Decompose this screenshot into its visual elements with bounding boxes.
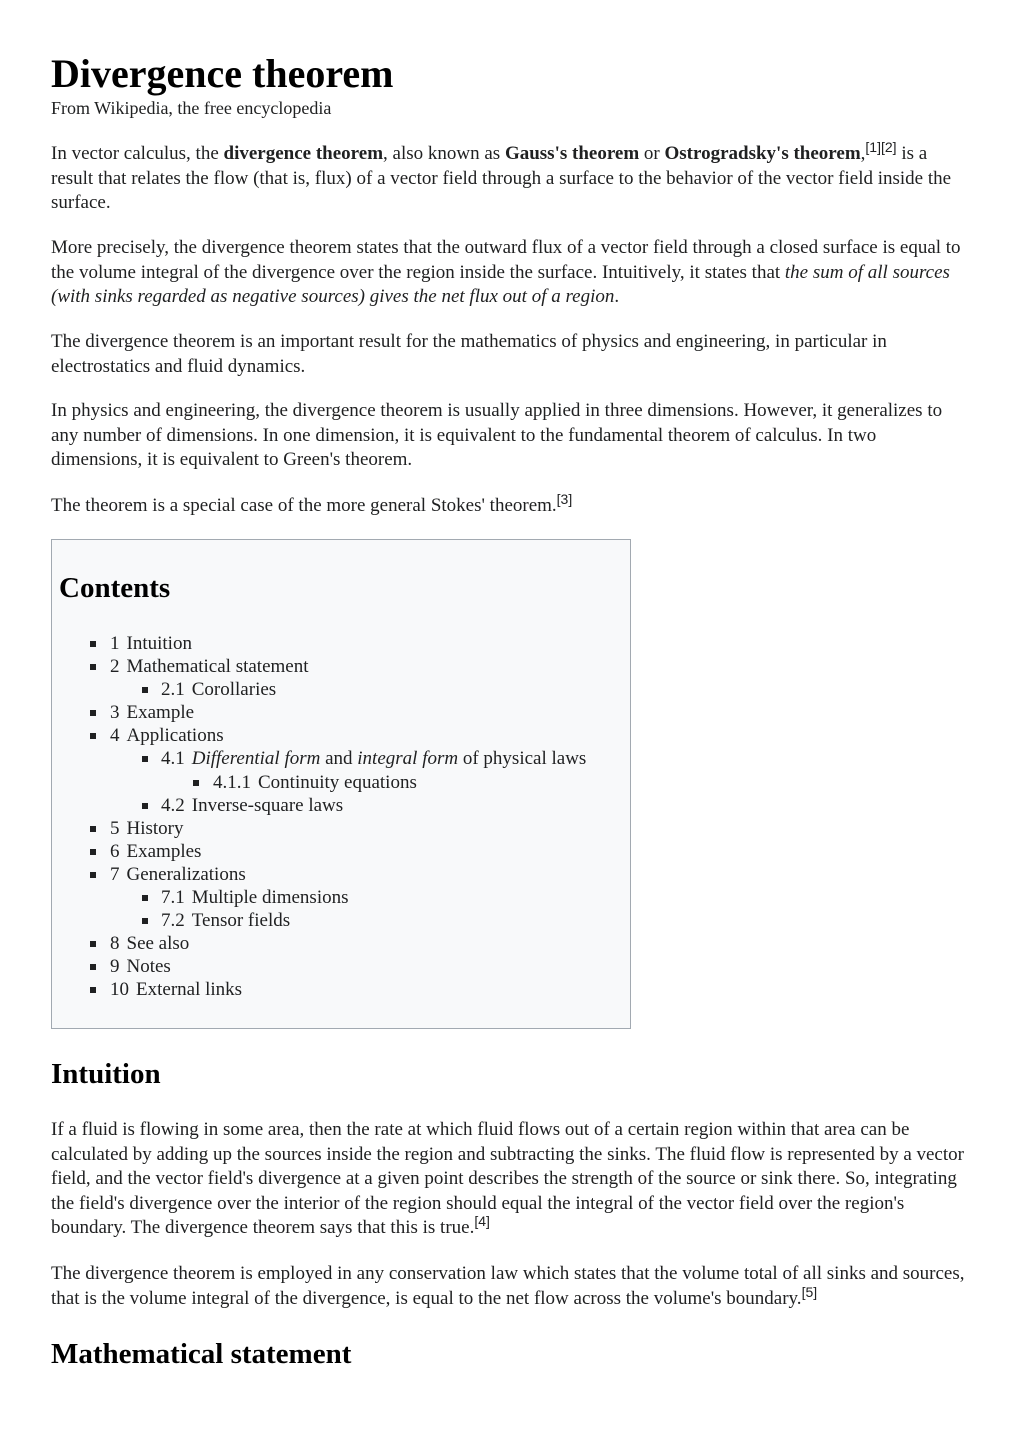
term-ostrogradsky-theorem: Ostrogradsky's theorem [664,143,861,164]
citation-link[interactable]: [2] [881,139,897,155]
toc-item[interactable]: 9 Notes [52,955,630,978]
toc-item[interactable]: 10 External links [52,978,630,1001]
term-gauss-theorem: Gauss's theorem [504,143,640,164]
toc-item[interactable]: 5 History [52,817,630,840]
site-tagline: From Wikipedia, the free encyclopedia [51,98,332,118]
citation-link[interactable]: [3] [557,491,573,507]
table-of-contents: Contents 1 Intuition 2 Mathematical statem… [51,539,631,1029]
intro-paragraph-4: In physics and engineering, the divergen… [51,400,943,470]
page-title: Divergence theorem [51,51,394,96]
toc-item[interactable]: 4 Applications [52,724,630,747]
intro-paragraph-1: In vector calculus, the divergence theor… [51,139,952,213]
toc-item[interactable]: 7 Generalizations [52,863,630,886]
section-heading-mathematical-statement: Mathematical statement [51,1338,352,1370]
citation-link[interactable]: [1] [865,139,881,155]
toc-item[interactable]: 6 Examples [52,840,630,863]
bullet-icon [142,895,148,902]
intro-paragraph-3: The divergence theorem is an important r… [51,331,887,377]
toc-item[interactable]: 2 Mathematical statement [52,655,630,678]
bullet-icon [142,918,148,925]
bullet-icon [90,871,96,878]
bullet-icon [90,733,96,740]
citation-link[interactable]: [4] [474,1213,490,1229]
bullet-icon [90,664,96,671]
intro-paragraph-5: The theorem is a special case of the mor… [51,491,573,516]
bullet-icon [90,710,96,717]
toc-item[interactable]: 4.2 Inverse-square laws [52,794,630,817]
bullet-icon [193,779,199,786]
intuition-paragraph-1: If a fluid is flowing in some area, then… [51,1119,964,1238]
bullet-icon [90,964,96,971]
bullet-icon [90,641,96,647]
toc-item[interactable]: 7.2 Tensor fields [52,909,630,932]
toc-item[interactable]: 4.1 Differential form and integral form o… [52,747,630,770]
toc-item[interactable]: 3 Example [52,701,630,724]
intuition-paragraph-2: The divergence theorem is employed in an… [51,1263,965,1309]
bullet-icon [90,941,96,948]
citation-link[interactable]: [5] [802,1284,818,1300]
bullet-icon [142,687,148,694]
toc-item[interactable]: 7.1 Multiple dimensions [52,886,630,909]
toc-item[interactable]: 2.1 Corollaries [52,678,630,701]
toc-title: Contents [59,572,171,604]
bullet-icon [142,802,148,809]
section-heading-intuition: Intuition [51,1058,161,1090]
toc-item[interactable]: 4.1.1 Continuity equations [52,771,630,794]
toc-item[interactable]: 8 See also [52,932,630,955]
toc-list: 1 Intuition 2 Mathematical statement 2.1 Co… [52,632,630,1002]
bullet-icon [142,756,148,763]
bullet-icon [90,987,96,994]
term-divergence-theorem: divergence theorem [223,143,384,164]
intro-paragraph-2: More precisely, the divergence theorem s… [51,237,961,307]
toc-item[interactable]: 1 Intuition [52,632,630,655]
bullet-icon [90,825,96,832]
bullet-icon [90,848,96,855]
